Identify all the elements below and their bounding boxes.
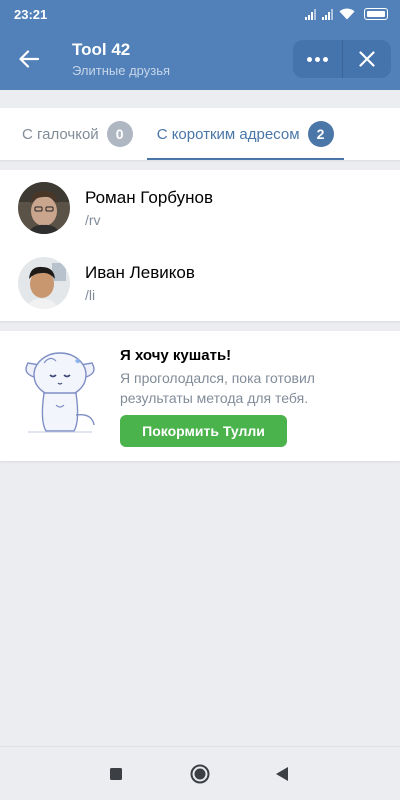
tab-verified[interactable]: С галочкой 0 <box>10 108 145 160</box>
tabs-bar: С галочкой 0 С коротким адресом 2 <box>0 108 400 160</box>
battery-icon <box>364 8 388 20</box>
status-time: 23:21 <box>14 6 48 22</box>
wifi-icon <box>339 8 355 20</box>
feed-tully-button[interactable]: Покормить Тулли <box>120 415 287 447</box>
promo-text: Я проголодался, пока готовил результаты … <box>120 370 315 406</box>
tab-label: С коротким адресом <box>156 125 300 143</box>
friend-name: Иван Левиков <box>85 262 195 282</box>
tab-counter: 2 <box>307 121 334 147</box>
close-icon <box>359 51 375 67</box>
promo-title: Я хочу кушать! <box>120 347 232 364</box>
status-icons <box>305 8 388 20</box>
tab-short-address[interactable]: С коротким адресом 2 <box>145 108 346 160</box>
friend-name: Роман Горбунов <box>85 187 214 207</box>
system-back-button[interactable] <box>268 760 296 788</box>
tab-label: С галочкой <box>22 125 99 143</box>
status-bar: 23:21 <box>0 0 400 28</box>
item-text: Роман Горбунов /rv <box>85 188 213 228</box>
back-arrow-icon <box>19 50 39 68</box>
back-triangle-icon <box>276 767 288 781</box>
home-circle-icon <box>190 764 210 784</box>
more-icon <box>306 56 328 62</box>
avatar <box>18 256 70 309</box>
list-item[interactable]: Роман Горбунов /rv <box>0 170 400 245</box>
signal-icon <box>305 8 316 20</box>
friend-short-link: /li <box>85 286 96 303</box>
tab-counter: 0 <box>106 121 133 147</box>
app-capsule <box>293 40 391 78</box>
close-button[interactable] <box>342 40 391 78</box>
feed-mascot-banner: Я хочу кушать! Я проголодался, пока гото… <box>0 331 400 461</box>
header: Tool 42 Элитные друзья <box>0 28 400 90</box>
app-title: Tool 42 <box>72 40 131 59</box>
recent-apps-button[interactable] <box>102 760 130 788</box>
avatar <box>18 181 70 234</box>
back-button[interactable] <box>14 44 44 74</box>
home-button[interactable] <box>186 760 214 788</box>
app-subtitle: Элитные друзья <box>72 63 171 78</box>
system-nav-bar <box>0 746 400 800</box>
item-text: Иван Левиков /li <box>85 263 195 303</box>
friends-list: Роман Горбунов /rv Иван Левиков /li <box>0 170 400 321</box>
mascot-illustration <box>20 343 100 435</box>
list-item[interactable]: Иван Левиков /li <box>0 245 400 320</box>
friend-short-link: /rv <box>85 211 101 228</box>
signal-icon <box>322 8 333 20</box>
more-button[interactable] <box>293 40 342 78</box>
square-icon <box>110 768 122 780</box>
